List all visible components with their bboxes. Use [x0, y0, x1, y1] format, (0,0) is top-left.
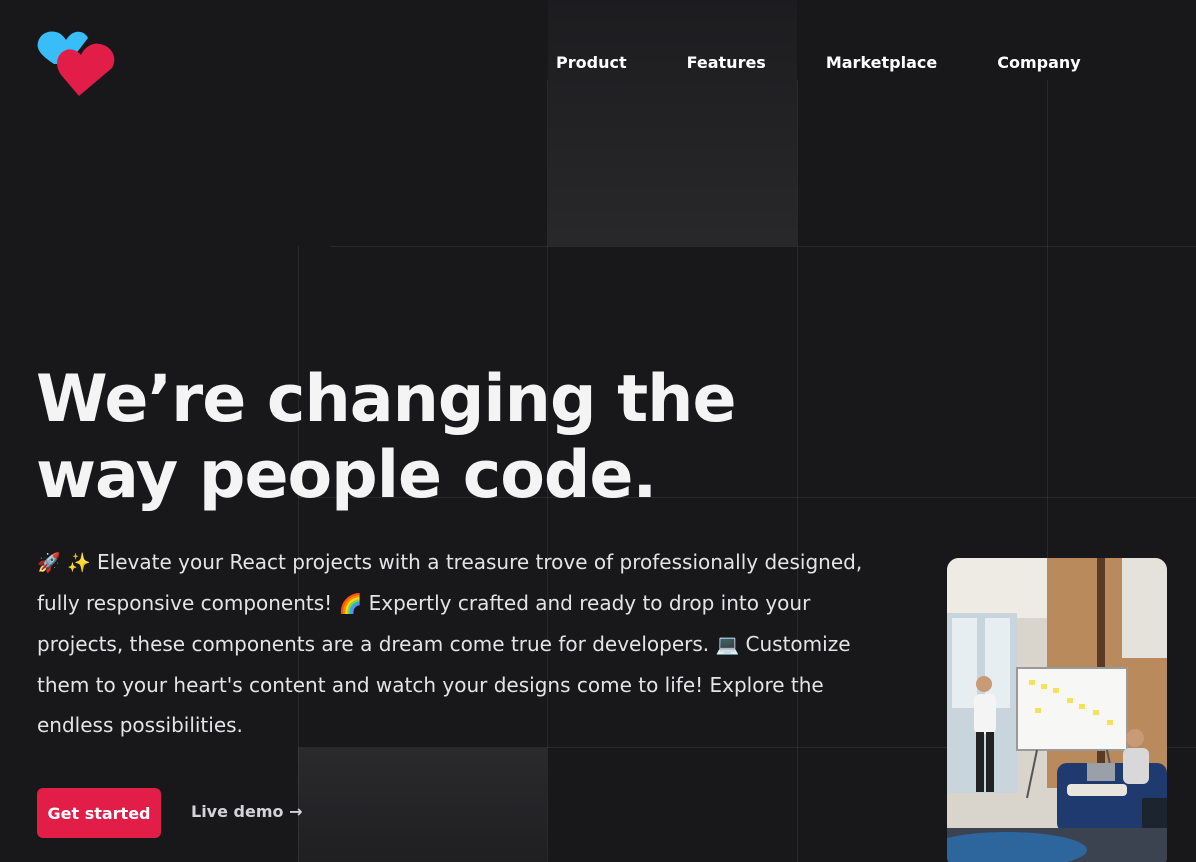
grid-cell-highlight — [298, 748, 547, 862]
photo-person-leg — [986, 732, 994, 792]
nav-link-marketplace[interactable]: Marketplace — [826, 52, 937, 74]
photo-person-shirt — [1123, 748, 1149, 784]
hero-headline: We’re changing the way people code. — [36, 362, 737, 513]
photo-person-head — [976, 676, 992, 692]
photo-sticky-note — [1053, 688, 1059, 693]
live-demo-link[interactable]: Live demo → — [191, 802, 302, 821]
photo-laptop — [1087, 763, 1115, 781]
rainbow-icon: 🌈 — [338, 593, 363, 615]
photo-sticky-note — [1029, 680, 1035, 685]
main-nav: Product Features Marketplace Company — [556, 52, 1081, 74]
nav-link-product[interactable]: Product — [556, 52, 627, 74]
photo-sticky-note — [1107, 720, 1113, 725]
nav-link-features[interactable]: Features — [687, 52, 766, 74]
landing-page: Product Features Marketplace Company We’… — [0, 0, 1196, 862]
grid-line — [330, 246, 1196, 247]
nav-link-company[interactable]: Company — [997, 52, 1080, 74]
photo-person-head — [1126, 729, 1144, 747]
photo-person-legs — [1067, 784, 1127, 796]
photo-ceiling — [947, 558, 1047, 618]
heart-logo-icon[interactable] — [36, 28, 120, 100]
grid-cell-highlight — [548, 0, 797, 246]
sparkles-icon: ✨ — [67, 552, 91, 574]
team-photo-illustration — [947, 558, 1167, 862]
photo-window-pane — [952, 618, 977, 708]
photo-person-leg — [976, 732, 984, 792]
photo-sticky-note — [1067, 698, 1073, 703]
photo-sticky-note — [1035, 708, 1041, 713]
rocket-icon: 🚀 — [37, 552, 61, 574]
get-started-button[interactable]: Get started — [37, 788, 161, 838]
photo-sticky-note — [1079, 704, 1085, 709]
laptop-icon: 💻 — [715, 634, 740, 656]
photo-sticky-note — [1041, 684, 1047, 689]
photo-concrete — [1122, 558, 1167, 658]
photo-sticky-note — [1093, 710, 1099, 715]
photo-person-shirt — [974, 694, 996, 734]
hero-lead: 🚀 ✨ Elevate your React projects with a t… — [37, 542, 867, 745]
team-meeting-photo — [947, 558, 1167, 862]
